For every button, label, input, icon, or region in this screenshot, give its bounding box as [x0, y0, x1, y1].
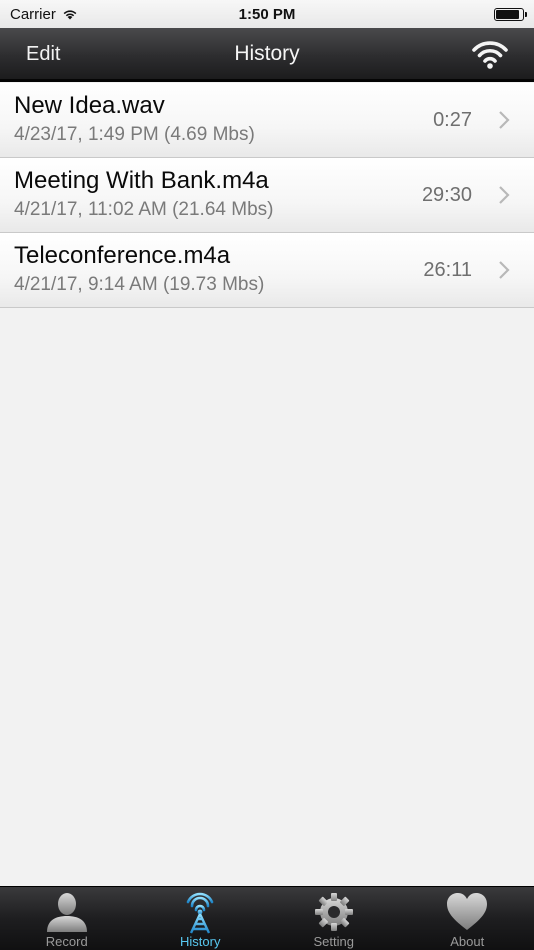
tab-bar: Record History Setting About	[0, 886, 534, 950]
navigation-bar: Edit History	[0, 28, 534, 82]
tab-record[interactable]: Record	[0, 887, 134, 950]
battery-icon	[494, 7, 527, 21]
tab-history[interactable]: History	[134, 887, 268, 950]
recording-details: 4/21/17, 11:02 AM (21.64 Mbs)	[14, 199, 274, 220]
recording-title: Meeting With Bank.m4a	[14, 167, 269, 194]
status-left: Carrier	[10, 6, 78, 23]
list-item[interactable]: New Idea.wav 4/23/17, 1:49 PM (4.69 Mbs)…	[0, 83, 534, 158]
chevron-right-icon	[499, 111, 510, 129]
recordings-list: New Idea.wav 4/23/17, 1:49 PM (4.69 Mbs)…	[0, 83, 534, 308]
chevron-right-icon	[499, 186, 510, 204]
tab-setting[interactable]: Setting	[267, 887, 401, 950]
recording-title: Teleconference.m4a	[14, 242, 231, 269]
battery-level	[496, 9, 520, 19]
heart-icon	[447, 893, 488, 930]
recording-duration: 26:11	[423, 259, 472, 281]
recording-duration: 29:30	[421, 184, 472, 206]
tab-label: Setting	[313, 934, 354, 949]
carrier-label: Carrier	[10, 5, 56, 23]
person-icon	[46, 893, 87, 932]
signal-wifi-icon	[63, 10, 77, 20]
edit-button[interactable]: Edit	[26, 43, 60, 66]
recording-details: 4/23/17, 1:49 PM (4.69 Mbs)	[14, 124, 255, 145]
recording-title: New Idea.wav	[14, 92, 165, 119]
tab-label: Record	[45, 934, 88, 949]
antenna-icon	[186, 892, 214, 934]
tab-about[interactable]: About	[401, 887, 534, 950]
status-bar: Carrier 1:50 PM	[0, 0, 534, 28]
status-time: 1:50 PM	[238, 5, 296, 23]
list-item[interactable]: Meeting With Bank.m4a 4/21/17, 11:02 AM …	[0, 158, 534, 233]
list-item[interactable]: Teleconference.m4a 4/21/17, 9:14 AM (19.…	[0, 233, 534, 308]
tab-label: History	[180, 934, 221, 949]
tab-label: About	[450, 934, 485, 949]
chevron-right-icon	[499, 261, 510, 279]
gear-icon	[314, 893, 353, 931]
recording-details: 4/21/17, 9:14 AM (19.73 Mbs)	[14, 274, 265, 295]
recording-duration: 0:27	[433, 109, 472, 131]
wifi-icon[interactable]	[470, 38, 510, 70]
page-title: History	[234, 41, 300, 65]
